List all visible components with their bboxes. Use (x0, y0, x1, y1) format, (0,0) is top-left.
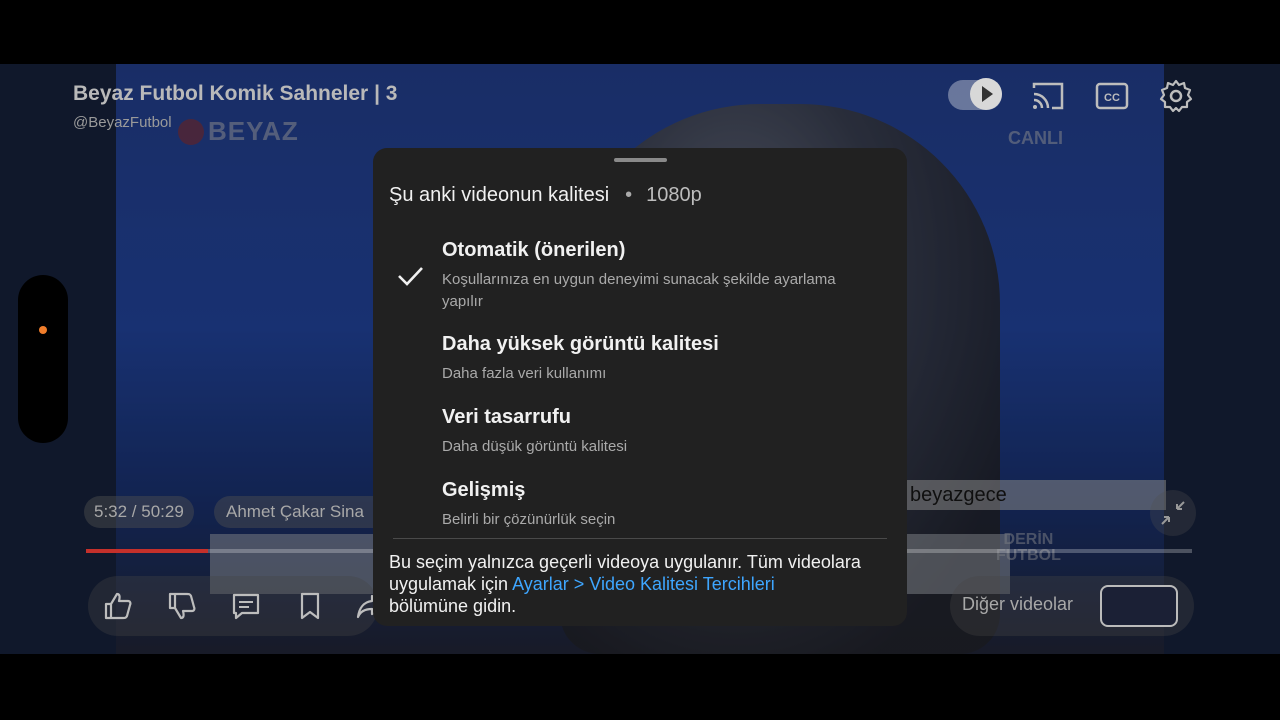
quality-option-higher[interactable]: Daha yüksek görüntü kalitesi Daha fazla … (373, 333, 907, 383)
playback-time: 5:32 / 50:29 (84, 496, 194, 528)
checkmark-icon (398, 267, 423, 286)
sheet-divider (393, 538, 887, 539)
chapter-label[interactable]: Ahmet Çakar Sina (214, 496, 398, 528)
autoplay-toggle-icon[interactable] (948, 78, 1002, 110)
quality-footer-note: Bu seçim yalnızca geçerli videoya uygula… (389, 551, 899, 617)
option-title: Daha yüksek görüntü kalitesi (442, 333, 719, 355)
settings-link[interactable]: Ayarlar > Video Kalitesi Tercihleri (512, 574, 775, 594)
option-title: Gelişmiş (442, 479, 526, 501)
header-separator: • (625, 184, 633, 206)
comment-icon[interactable] (230, 590, 262, 622)
captions-icon[interactable]: CC (1094, 78, 1130, 114)
save-icon[interactable] (294, 590, 326, 622)
action-bar (88, 576, 384, 636)
autoplay-knob (970, 78, 1002, 110)
cast-icon[interactable] (1030, 78, 1066, 114)
option-subtitle: Belirli bir çözünürlük seçin (442, 511, 616, 528)
channel-handle[interactable]: @BeyazFutbol (73, 114, 172, 131)
dislike-icon[interactable] (166, 590, 198, 622)
quality-option-auto[interactable]: Otomatik (önerilen) Koşullarınıza en uyg… (373, 239, 907, 310)
more-videos-thumbnail (1100, 585, 1178, 627)
video-title: Beyaz Futbol Komik Sahneler | 3 (73, 82, 398, 105)
svg-text:CC: CC (1104, 92, 1120, 104)
option-subtitle: Daha fazla veri kullanımı (442, 365, 607, 382)
quality-header-label: Şu anki videonun kalitesi (389, 184, 610, 206)
quality-header: Şu anki videonun kalitesi • 1080p (389, 184, 702, 207)
current-quality: 1080p (646, 184, 702, 206)
more-videos-button[interactable]: Diğer videolar (950, 576, 1194, 636)
like-icon[interactable] (102, 590, 134, 622)
option-subtitle: Koşullarınıza en uygun deneyimi sunacak … (442, 271, 836, 310)
progress-fill (86, 549, 208, 553)
quality-sheet: Şu anki videonun kalitesi • 1080p Otomatik… (373, 148, 907, 626)
quality-option-advanced[interactable]: Gelişmiş Belirli bir çözünürlük seçin (373, 479, 907, 529)
option-subtitle: Daha düşük görüntü kalitesi (442, 438, 628, 455)
option-title: Otomatik (önerilen) (442, 239, 626, 261)
sheet-drag-handle[interactable] (614, 158, 667, 162)
exit-fullscreen-button[interactable] (1150, 490, 1196, 536)
settings-gear-icon[interactable] (1158, 78, 1194, 114)
indicator-dot (39, 326, 47, 334)
quality-option-data-saver[interactable]: Veri tasarrufu Daha düşük görüntü kalite… (373, 406, 907, 456)
exit-fullscreen-icon (1161, 501, 1185, 525)
player-screen: BEYAZ CANLI beyazgece DERİN FUTBOL Beyaz… (0, 0, 1280, 720)
side-handle[interactable] (18, 275, 68, 443)
option-title: Veri tasarrufu (442, 406, 571, 428)
more-videos-label: Diğer videolar (962, 594, 1074, 614)
footer-suffix: bölümüne gidin. (389, 596, 517, 616)
